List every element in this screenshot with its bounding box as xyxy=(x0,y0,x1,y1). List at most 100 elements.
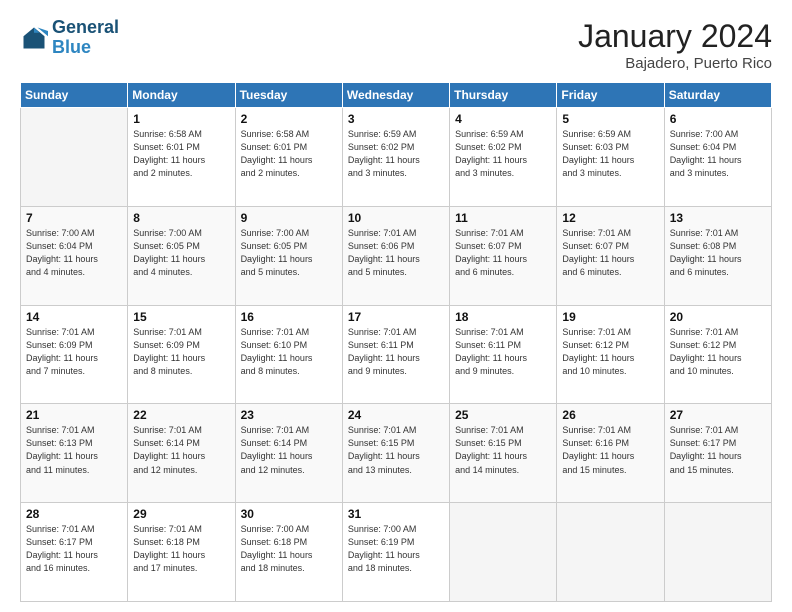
day-number: 7 xyxy=(26,211,123,225)
day-info: Sunrise: 7:01 AM Sunset: 6:09 PM Dayligh… xyxy=(26,326,123,378)
calendar-cell xyxy=(450,503,557,602)
day-number: 20 xyxy=(670,310,767,324)
calendar-cell xyxy=(21,108,128,207)
day-number: 14 xyxy=(26,310,123,324)
calendar-cell: 25Sunrise: 7:01 AM Sunset: 6:15 PM Dayli… xyxy=(450,404,557,503)
day-number: 27 xyxy=(670,408,767,422)
calendar-cell: 12 Sunrise: 7:01 AM Sunset: 6:07 PM Dayli… xyxy=(557,206,664,305)
calendar-cell: 26Sunrise: 7:01 AM Sunset: 6:16 PM Dayli… xyxy=(557,404,664,503)
day-number: 12 xyxy=(562,211,659,225)
day-info: Sunrise: 7:01 AM Sunset: 6:11 PM Dayligh… xyxy=(348,326,445,378)
day-info: Sunrise: 7:01 AM Sunset: 6:11 PM Dayligh… xyxy=(455,326,552,378)
weekday-header-saturday: Saturday xyxy=(664,83,771,108)
day-number: 2 xyxy=(241,112,338,126)
calendar-cell: 30 Sunrise: 7:00 AM Sunset: 6:18 PM Dayli… xyxy=(235,503,342,602)
day-info: Sunrise: 6:59 AM Sunset: 6:02 PM Dayligh… xyxy=(455,128,552,180)
day-number: 28 xyxy=(26,507,123,521)
calendar-cell: 9 Sunrise: 7:00 AM Sunset: 6:05 PM Daylig… xyxy=(235,206,342,305)
calendar-week-row: 1 Sunrise: 6:58 AM Sunset: 6:01 PM Daylig… xyxy=(21,108,772,207)
calendar-cell: 4 Sunrise: 6:59 AM Sunset: 6:02 PM Daylig… xyxy=(450,108,557,207)
day-number: 29 xyxy=(133,507,230,521)
logo: General Blue xyxy=(20,18,119,58)
header: General Blue January 2024 Bajadero, Puer… xyxy=(20,18,772,72)
calendar-cell: 10Sunrise: 7:01 AM Sunset: 6:06 PM Dayli… xyxy=(342,206,449,305)
day-info: Sunrise: 7:01 AM Sunset: 6:08 PM Dayligh… xyxy=(670,227,767,279)
calendar-header-row: SundayMondayTuesdayWednesdayThursdayFrid… xyxy=(21,83,772,108)
logo-icon xyxy=(20,24,48,52)
day-info: Sunrise: 7:01 AM Sunset: 6:07 PM Dayligh… xyxy=(455,227,552,279)
calendar-cell: 2 Sunrise: 6:58 AM Sunset: 6:01 PM Daylig… xyxy=(235,108,342,207)
day-number: 30 xyxy=(241,507,338,521)
calendar-week-row: 14 Sunrise: 7:01 AM Sunset: 6:09 PM Dayli… xyxy=(21,305,772,404)
day-info: Sunrise: 7:01 AM Sunset: 6:15 PM Dayligh… xyxy=(348,424,445,476)
day-info: Sunrise: 7:01 AM Sunset: 6:15 PM Dayligh… xyxy=(455,424,552,476)
day-info: Sunrise: 7:01 AM Sunset: 6:17 PM Dayligh… xyxy=(26,523,123,575)
day-info: Sunrise: 7:01 AM Sunset: 6:12 PM Dayligh… xyxy=(670,326,767,378)
day-info: Sunrise: 7:01 AM Sunset: 6:12 PM Dayligh… xyxy=(562,326,659,378)
weekday-header-sunday: Sunday xyxy=(21,83,128,108)
calendar-cell: 5 Sunrise: 6:59 AM Sunset: 6:03 PM Daylig… xyxy=(557,108,664,207)
day-number: 18 xyxy=(455,310,552,324)
day-info: Sunrise: 7:01 AM Sunset: 6:14 PM Dayligh… xyxy=(241,424,338,476)
sub-title: Bajadero, Puerto Rico xyxy=(578,55,772,72)
calendar-week-row: 28 Sunrise: 7:01 AM Sunset: 6:17 PM Dayli… xyxy=(21,503,772,602)
calendar-cell xyxy=(557,503,664,602)
day-number: 6 xyxy=(670,112,767,126)
calendar-cell: 3Sunrise: 6:59 AM Sunset: 6:02 PM Daylig… xyxy=(342,108,449,207)
calendar-cell: 18 Sunrise: 7:01 AM Sunset: 6:11 PM Dayli… xyxy=(450,305,557,404)
calendar-cell: 27Sunrise: 7:01 AM Sunset: 6:17 PM Dayli… xyxy=(664,404,771,503)
day-number: 4 xyxy=(455,112,552,126)
day-number: 22 xyxy=(133,408,230,422)
weekday-header-monday: Monday xyxy=(128,83,235,108)
day-number: 11 xyxy=(455,211,552,225)
calendar-cell: 19Sunrise: 7:01 AM Sunset: 6:12 PM Dayli… xyxy=(557,305,664,404)
day-number: 21 xyxy=(26,408,123,422)
day-info: Sunrise: 7:00 AM Sunset: 6:05 PM Dayligh… xyxy=(241,227,338,279)
calendar-cell: 13Sunrise: 7:01 AM Sunset: 6:08 PM Dayli… xyxy=(664,206,771,305)
calendar-cell: 20 Sunrise: 7:01 AM Sunset: 6:12 PM Dayli… xyxy=(664,305,771,404)
calendar-cell: 7Sunrise: 7:00 AM Sunset: 6:04 PM Daylig… xyxy=(21,206,128,305)
day-info: Sunrise: 7:00 AM Sunset: 6:04 PM Dayligh… xyxy=(670,128,767,180)
weekday-header-friday: Friday xyxy=(557,83,664,108)
day-info: Sunrise: 7:01 AM Sunset: 6:10 PM Dayligh… xyxy=(241,326,338,378)
calendar-cell: 14 Sunrise: 7:01 AM Sunset: 6:09 PM Dayli… xyxy=(21,305,128,404)
day-info: Sunrise: 6:59 AM Sunset: 6:03 PM Dayligh… xyxy=(562,128,659,180)
day-info: Sunrise: 7:01 AM Sunset: 6:13 PM Dayligh… xyxy=(26,424,123,476)
day-number: 16 xyxy=(241,310,338,324)
day-number: 5 xyxy=(562,112,659,126)
day-info: Sunrise: 6:58 AM Sunset: 6:01 PM Dayligh… xyxy=(133,128,230,180)
day-info: Sunrise: 7:00 AM Sunset: 6:18 PM Dayligh… xyxy=(241,523,338,575)
page: General Blue January 2024 Bajadero, Puer… xyxy=(0,0,792,612)
logo-line2: Blue xyxy=(52,38,119,58)
day-info: Sunrise: 7:01 AM Sunset: 6:14 PM Dayligh… xyxy=(133,424,230,476)
day-info: Sunrise: 7:01 AM Sunset: 6:07 PM Dayligh… xyxy=(562,227,659,279)
weekday-header-thursday: Thursday xyxy=(450,83,557,108)
calendar-table: SundayMondayTuesdayWednesdayThursdayFrid… xyxy=(20,82,772,602)
logo-line1: General xyxy=(52,18,119,38)
logo-text: General Blue xyxy=(52,18,119,58)
day-info: Sunrise: 7:01 AM Sunset: 6:09 PM Dayligh… xyxy=(133,326,230,378)
calendar-cell: 1 Sunrise: 6:58 AM Sunset: 6:01 PM Daylig… xyxy=(128,108,235,207)
calendar-cell: 22 Sunrise: 7:01 AM Sunset: 6:14 PM Dayli… xyxy=(128,404,235,503)
calendar-cell: 31Sunrise: 7:00 AM Sunset: 6:19 PM Dayli… xyxy=(342,503,449,602)
main-title: January 2024 xyxy=(578,18,772,55)
calendar-cell: 29Sunrise: 7:01 AM Sunset: 6:18 PM Dayli… xyxy=(128,503,235,602)
day-number: 17 xyxy=(348,310,445,324)
calendar-week-row: 21 Sunrise: 7:01 AM Sunset: 6:13 PM Dayli… xyxy=(21,404,772,503)
calendar-cell: 17 Sunrise: 7:01 AM Sunset: 6:11 PM Dayli… xyxy=(342,305,449,404)
day-number: 31 xyxy=(348,507,445,521)
day-info: Sunrise: 6:58 AM Sunset: 6:01 PM Dayligh… xyxy=(241,128,338,180)
calendar-cell xyxy=(664,503,771,602)
day-number: 1 xyxy=(133,112,230,126)
weekday-header-wednesday: Wednesday xyxy=(342,83,449,108)
calendar-cell: 24 Sunrise: 7:01 AM Sunset: 6:15 PM Dayli… xyxy=(342,404,449,503)
calendar-cell: 28 Sunrise: 7:01 AM Sunset: 6:17 PM Dayli… xyxy=(21,503,128,602)
day-number: 23 xyxy=(241,408,338,422)
day-number: 9 xyxy=(241,211,338,225)
day-number: 24 xyxy=(348,408,445,422)
title-block: January 2024 Bajadero, Puerto Rico xyxy=(578,18,772,72)
weekday-header-tuesday: Tuesday xyxy=(235,83,342,108)
calendar-week-row: 7Sunrise: 7:00 AM Sunset: 6:04 PM Daylig… xyxy=(21,206,772,305)
day-info: Sunrise: 7:01 AM Sunset: 6:06 PM Dayligh… xyxy=(348,227,445,279)
day-info: Sunrise: 6:59 AM Sunset: 6:02 PM Dayligh… xyxy=(348,128,445,180)
